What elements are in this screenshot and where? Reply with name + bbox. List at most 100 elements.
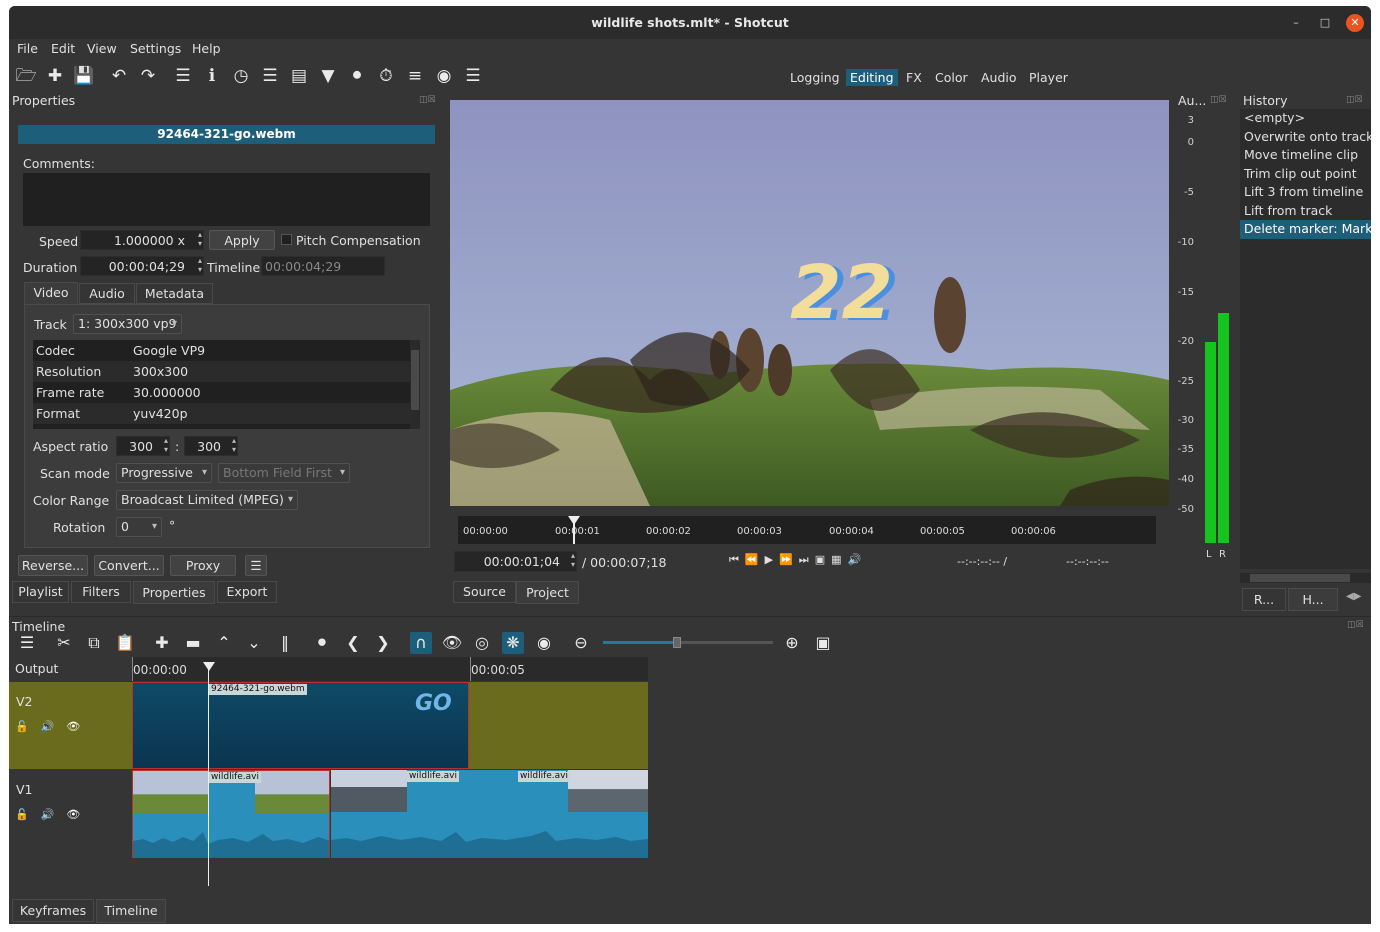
properties-menu-button[interactable]: ☰ — [245, 555, 267, 576]
track-header-v1[interactable]: V1 🔓🔊👁 — [9, 770, 132, 858]
fast-forward-icon[interactable]: ⏩ — [779, 553, 799, 566]
filters-icon[interactable]: ▼ — [317, 65, 339, 87]
convert-button[interactable]: Convert... — [94, 555, 164, 576]
history-hscrollbar[interactable] — [1240, 573, 1371, 583]
open-other-icon[interactable]: ✚ — [44, 65, 66, 87]
rewind-icon[interactable]: ⏪ — [745, 553, 765, 566]
menu-settings[interactable]: Settings — [130, 41, 181, 56]
volume-icon[interactable]: 🔊 — [848, 553, 868, 566]
next-marker-icon[interactable]: ❯ — [372, 632, 394, 654]
close-icon[interactable]: ✕ — [1346, 14, 1364, 32]
color-range-combo[interactable]: Broadcast Limited (MPEG) — [116, 490, 298, 510]
remove-icon[interactable]: ▬ — [182, 632, 204, 654]
track-header-v2[interactable]: V2 🔓🔊👁 — [9, 682, 132, 769]
zoom-fit-icon[interactable]: ▣ — [812, 632, 834, 654]
list-item[interactable]: Lift 3 from timeline — [1240, 183, 1371, 202]
cut-icon[interactable]: ✂ — [53, 632, 75, 654]
scrollbar-thumb[interactable] — [1250, 574, 1350, 582]
tab-metadata[interactable]: Metadata — [136, 283, 213, 304]
marker-icon[interactable]: ⚫ — [311, 632, 333, 654]
comments-textarea[interactable] — [23, 173, 430, 226]
append-icon[interactable]: ✚ — [151, 632, 173, 654]
aspect-height-spinbox[interactable]: 300 — [184, 436, 238, 456]
layout-editing[interactable]: Editing — [846, 69, 898, 86]
paste-icon[interactable]: 📋 — [114, 632, 136, 654]
lift-icon[interactable]: ⌃ — [213, 632, 235, 654]
layout-color[interactable]: Color — [931, 69, 972, 86]
lock-icon[interactable]: 🔓 — [15, 808, 41, 821]
list-item[interactable]: Move timeline clip — [1240, 146, 1371, 165]
panel-float-close-icon[interactable]: ◫☒ — [1346, 95, 1363, 105]
video-preview[interactable]: 22 — [450, 100, 1169, 506]
ripple-icon[interactable]: ◎ — [471, 632, 493, 654]
layout-player[interactable]: Player — [1025, 69, 1072, 86]
zoom-slider-handle[interactable] — [673, 637, 681, 648]
keyframes-icon[interactable]: ⏱ — [375, 65, 397, 87]
minimize-icon[interactable]: – — [1287, 14, 1305, 32]
panel-float-close-icon[interactable]: ◫☒ — [1210, 95, 1227, 105]
history-icon[interactable]: ≡ — [404, 65, 426, 87]
play-icon[interactable]: ▶ — [765, 553, 779, 566]
maximize-icon[interactable]: □ — [1316, 14, 1334, 32]
menu-help[interactable]: Help — [192, 41, 221, 56]
info-scrollbar[interactable] — [410, 340, 420, 429]
list-item[interactable]: <empty> — [1240, 109, 1371, 128]
ripple-markers-icon[interactable]: ◉ — [533, 632, 555, 654]
pitch-checkbox[interactable] — [281, 234, 292, 245]
speed-spinbox[interactable]: 1.000000 x — [80, 230, 204, 250]
layout-logging[interactable]: Logging — [786, 69, 844, 86]
export-icon[interactable]: ◉ — [433, 65, 455, 87]
eye-icon[interactable]: 👁 — [66, 720, 92, 733]
tab-playlist[interactable]: Playlist — [12, 581, 69, 603]
tab-history[interactable]: H... — [1288, 588, 1338, 611]
layout-audio[interactable]: Audio — [977, 69, 1021, 86]
menu-view[interactable]: View — [87, 41, 117, 56]
list-item[interactable]: Lift from track — [1240, 202, 1371, 221]
tab-video[interactable]: Video — [24, 282, 78, 304]
clip-v2-go[interactable]: 92464-321-go.webm GO — [132, 682, 469, 769]
layout-fx[interactable]: FX — [902, 69, 926, 86]
open-file-icon[interactable]: 🗁 — [15, 65, 37, 87]
tab-source[interactable]: Source — [453, 581, 516, 603]
split-icon[interactable]: ‖ — [274, 632, 296, 654]
tab-filters[interactable]: Filters — [71, 581, 131, 603]
recent-icon[interactable]: ◷ — [230, 65, 252, 87]
skip-end-icon[interactable]: ⏭ — [799, 553, 815, 566]
tab-export[interactable]: Export — [217, 581, 277, 603]
tab-project[interactable]: Project — [516, 581, 579, 604]
tab-scroll-arrows-icon[interactable]: ◀▶ — [1346, 591, 1361, 602]
eye-icon[interactable]: 👁 — [66, 808, 92, 821]
list-item[interactable]: Trim clip out point — [1240, 165, 1371, 184]
snap-icon[interactable]: ∩ — [410, 632, 432, 654]
menu-file[interactable]: File — [17, 41, 38, 56]
copy-icon[interactable]: ⧉ — [83, 632, 105, 654]
ripple-all-icon[interactable]: ❋ — [502, 632, 524, 654]
skip-start-icon[interactable]: ⏮ — [729, 553, 745, 566]
zoom-out-icon[interactable]: ⊖ — [570, 632, 592, 654]
mute-icon[interactable]: 🔊 — [41, 720, 67, 733]
previous-marker-icon[interactable]: ❮ — [342, 632, 364, 654]
redo-icon[interactable]: ↷ — [137, 65, 159, 87]
tab-timeline[interactable]: Timeline — [96, 899, 166, 923]
scrollbar-thumb[interactable] — [411, 350, 419, 410]
aspect-width-spinbox[interactable]: 300 — [116, 436, 170, 456]
timeline-playhead-marker[interactable] — [203, 662, 215, 671]
zoom-icon[interactable]: ▣ — [815, 553, 831, 566]
overwrite-icon[interactable]: ⌄ — [243, 632, 265, 654]
timeline-menu-icon[interactable]: ☰ — [16, 632, 38, 654]
zoom-in-icon[interactable]: ⊕ — [781, 632, 803, 654]
undo-icon[interactable]: ↶ — [108, 65, 130, 87]
jobs-icon[interactable]: ☰ — [462, 65, 484, 87]
playlist-icon[interactable]: ☰ — [259, 65, 281, 87]
lock-icon[interactable]: 🔓 — [15, 720, 41, 733]
reverse-button[interactable]: Reverse... — [18, 555, 88, 576]
scrub-icon[interactable]: 👁 — [441, 632, 463, 654]
save-icon[interactable]: 💾 — [73, 65, 95, 87]
mute-icon[interactable]: 🔊 — [41, 808, 67, 821]
markers-icon[interactable]: ⚫ — [346, 65, 368, 87]
scan-mode-combo[interactable]: Progressive — [116, 463, 212, 483]
rotation-combo[interactable]: 0 — [116, 517, 162, 537]
tab-keyframes[interactable]: Keyframes — [12, 899, 94, 922]
panel-float-close-icon[interactable]: ◫☒ — [419, 95, 436, 105]
list-item-selected[interactable]: Delete marker: Marker — [1240, 220, 1371, 239]
